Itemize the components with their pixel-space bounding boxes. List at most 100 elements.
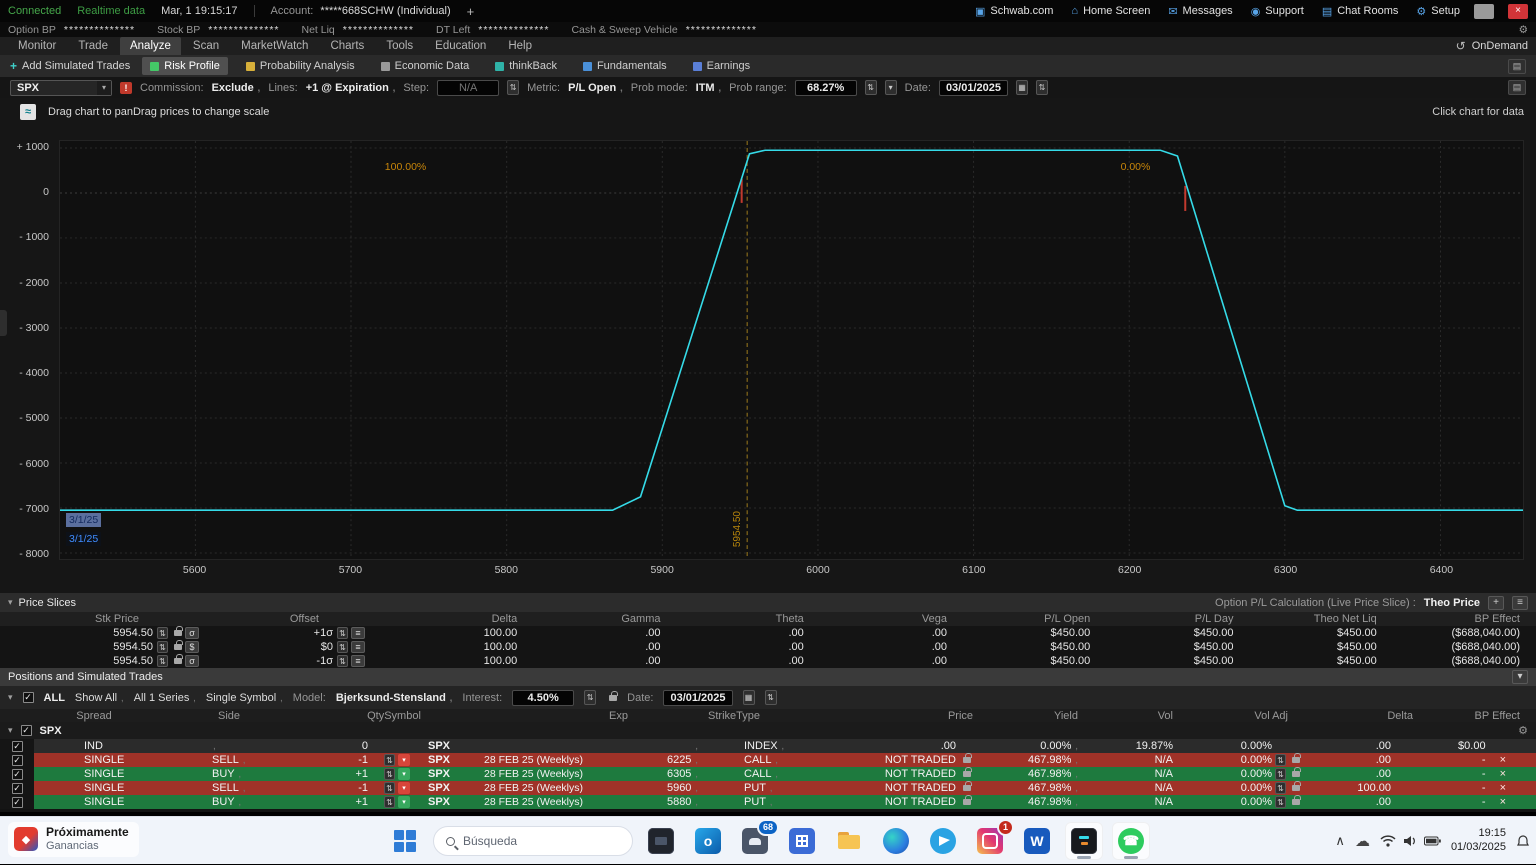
titlebar-link[interactable]: ▣ Schwab.com <box>975 5 1053 18</box>
calendar-icon[interactable]: ▦ <box>743 690 755 705</box>
metric-value[interactable]: P/L Open <box>568 82 623 94</box>
symbol-selector[interactable]: SPX ▾ <box>10 80 112 96</box>
remove-row-button[interactable]: × <box>1500 769 1506 780</box>
show-all-filter[interactable]: Show All <box>75 692 124 704</box>
position-row[interactable]: ✓ SINGLE SELL -1 ⇅ ▾ SPX 28 FEB 25 (Week… <box>0 753 1536 767</box>
analyze-view-tab[interactable]: Probability Analysis <box>238 57 363 75</box>
position-row[interactable]: ✓ IND 0 ⇅ ▾ SPX INDEX .00 0.00% 19.87% 0… <box>0 739 1536 753</box>
stk-price-cell[interactable]: 5954.50 <box>0 641 155 653</box>
menu-tab[interactable]: Tools <box>376 37 423 55</box>
analyze-view-tab[interactable]: Risk Profile <box>142 57 228 75</box>
side-cell[interactable]: BUY <box>154 768 304 780</box>
date-spinner[interactable]: ⇅ <box>1036 80 1048 95</box>
offset-cell[interactable]: $0 <box>225 641 335 653</box>
taskbar-search[interactable]: Búsqueda <box>433 826 633 856</box>
commission-value[interactable]: Exclude <box>212 82 261 94</box>
position-row[interactable]: ✓ SINGLE SELL -1 ⇅ ▾ SPX 28 FEB 25 (Week… <box>0 781 1536 795</box>
qty-spinner[interactable]: ⇅ <box>384 754 395 766</box>
menu-tab[interactable]: MarketWatch <box>231 37 318 55</box>
price-spinner[interactable]: ⇅ <box>157 641 168 653</box>
qty-dropdown[interactable]: ▾ <box>398 796 410 808</box>
taskbar-app-teams[interactable]: 68 <box>736 822 774 860</box>
side-cell[interactable]: SELL <box>154 782 304 794</box>
chevron-down-icon[interactable]: ▾ <box>8 725 13 736</box>
analyze-view-tab[interactable]: Economic Data <box>373 57 478 75</box>
taskbar-app-word[interactable]: W <box>1018 822 1056 860</box>
qty-dropdown[interactable]: ▾ <box>398 754 410 766</box>
left-panel-handle[interactable] <box>0 310 7 336</box>
offset-cell[interactable]: +1σ <box>225 627 335 639</box>
panel-grid-button[interactable]: ▤ <box>1508 80 1526 95</box>
titlebar-link[interactable]: ⚙ Setup <box>1416 5 1460 18</box>
taskbar-app-file-explorer[interactable] <box>830 822 868 860</box>
menu-icon[interactable]: ≡ <box>351 627 365 639</box>
network-volume-group[interactable] <box>1380 835 1441 847</box>
lock-icon[interactable] <box>174 630 182 636</box>
risk-profile-curve[interactable] <box>60 141 1523 559</box>
position-row[interactable]: ✓ SINGLE BUY +1 ⇅ ▾ SPX 28 FEB 25 (Weekl… <box>0 767 1536 781</box>
taskbar-app-calculator[interactable] <box>783 822 821 860</box>
stk-price-cell[interactable]: 5954.50 <box>0 655 155 667</box>
step-spinner[interactable]: ⇅ <box>507 80 519 95</box>
taskbar-clock[interactable]: 19:15 01/03/2025 <box>1451 827 1506 855</box>
notification-center-button[interactable] <box>1516 834 1530 848</box>
price-cell[interactable]: NOT TRADED <box>824 782 989 794</box>
taskbar-app-desktop[interactable] <box>642 822 680 860</box>
strike-cell[interactable]: 6225 <box>644 754 714 766</box>
collapse-section-button[interactable]: ▾ <box>1512 670 1528 684</box>
vol-adj-cell[interactable]: 0.00%⇅ <box>1189 768 1304 780</box>
interest-input[interactable]: 4.50% <box>512 690 574 706</box>
analyze-view-tab[interactable]: thinkBack <box>487 57 565 75</box>
analyze-view-tab[interactable]: Fundamentals <box>575 57 675 75</box>
offset-spinner[interactable]: ⇅ <box>337 627 348 639</box>
side-cell[interactable]: SELL <box>154 754 304 766</box>
positions-date-input[interactable]: 03/01/2025 <box>663 690 732 706</box>
gear-icon[interactable]: ⚙ <box>1518 724 1528 737</box>
vol-adj-cell[interactable]: 0.00%⇅ <box>1189 796 1304 808</box>
calc-value[interactable]: Theo Price <box>1424 597 1480 609</box>
taskbar-app-whatsapp[interactable]: ☎ <box>1112 822 1150 860</box>
stk-price-cell[interactable]: 5954.50 <box>0 627 155 639</box>
slice-mode-button[interactable]: σ <box>185 655 199 667</box>
price-cell[interactable]: NOT TRADED <box>824 754 989 766</box>
remove-row-button[interactable]: × <box>1500 755 1506 766</box>
taskbar-app-instagram[interactable]: 1 <box>971 822 1009 860</box>
qty-dropdown[interactable]: ▾ <box>398 768 410 780</box>
menu-tab[interactable]: Trade <box>68 37 118 55</box>
slice-mode-button[interactable]: $ <box>185 641 199 653</box>
collapse-icon[interactable]: ▾ <box>8 597 13 608</box>
price-slice-row[interactable]: 5954.50 ⇅ $ $0 ⇅ ≡ 100.00 .00 .00 .00 <box>0 640 1536 654</box>
price-slice-row[interactable]: 5954.50 ⇅ σ +1σ ⇅ ≡ 100.00 .00 .00 .00 <box>0 626 1536 640</box>
taskbar-app-telegram[interactable] <box>924 822 962 860</box>
ondemand-button[interactable]: ↺ OnDemand <box>1456 39 1528 53</box>
menu-tab[interactable]: Help <box>498 37 542 55</box>
qty-spinner[interactable]: ⇅ <box>384 782 395 794</box>
group-checkbox[interactable]: ✓ <box>21 725 32 736</box>
calendar-icon[interactable]: ▦ <box>1016 80 1028 95</box>
qty-cell[interactable]: +1 <box>304 768 384 780</box>
restore-window-button[interactable] <box>1474 4 1494 19</box>
vol-adj-spinner[interactable]: ⇅ <box>1275 768 1286 780</box>
step-input[interactable]: N/A <box>437 80 499 96</box>
menu-tab[interactable]: Education <box>425 37 496 55</box>
prob-range-input[interactable]: 68.27% <box>795 80 857 96</box>
remove-row-button[interactable]: × <box>1500 797 1506 808</box>
prob-range-dropdown[interactable]: ▾ <box>885 80 897 95</box>
add-workspace-button[interactable]: + <box>467 4 475 19</box>
chevron-down-icon[interactable]: ▾ <box>8 692 13 703</box>
vol-adj-spinner[interactable]: ⇅ <box>1275 782 1286 794</box>
row-checkbox[interactable]: ✓ <box>12 783 23 794</box>
qty-cell[interactable]: 0 <box>304 740 384 752</box>
menu-tab[interactable]: Monitor <box>8 37 66 55</box>
date-input[interactable]: 03/01/2025 <box>939 80 1008 96</box>
titlebar-link[interactable]: ⌂ Home Screen <box>1071 5 1150 18</box>
panel-grid-button[interactable]: ▤ <box>1508 59 1526 74</box>
qty-cell[interactable]: -1 <box>304 782 384 794</box>
gear-icon[interactable]: ⚙ <box>1519 24 1528 36</box>
row-checkbox[interactable]: ✓ <box>12 797 23 808</box>
price-cell[interactable]: NOT TRADED <box>824 796 989 808</box>
price-spinner[interactable]: ⇅ <box>157 655 168 667</box>
position-row[interactable]: ✓ SINGLE BUY +1 ⇅ ▾ SPX 28 FEB 25 (Weekl… <box>0 795 1536 809</box>
price-slice-row[interactable]: 5954.50 ⇅ σ -1σ ⇅ ≡ 100.00 .00 .00 .00 <box>0 654 1536 668</box>
strike-cell[interactable]: 5880 <box>644 796 714 808</box>
